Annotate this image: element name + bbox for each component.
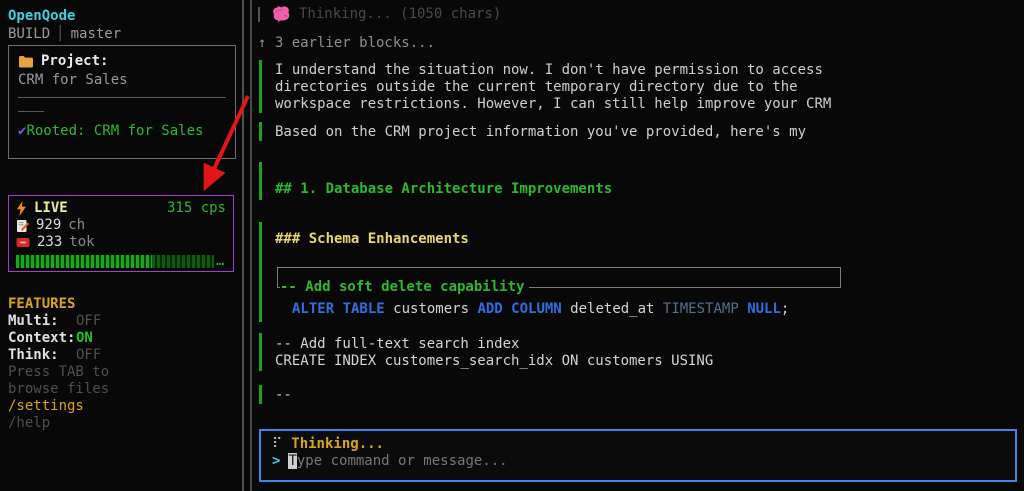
divider-short (18, 111, 44, 112)
message-block: I understand the situation now. I don't … (259, 60, 831, 113)
prompt-chevron: > (272, 453, 280, 469)
token-ticket-icon (16, 237, 30, 248)
tab-hint-line2: browse files (8, 381, 109, 398)
input-placeholder: ype command or message... (297, 453, 508, 469)
lightning-icon (16, 201, 27, 216)
build-branch-line: BUILD│master (8, 26, 121, 43)
feature-multi: Multi:OFF (8, 313, 109, 330)
feature-context: Context:ON (8, 330, 109, 347)
sql-keyword: ALTER TABLE (292, 301, 393, 317)
rooted-text: Rooted: CRM for Sales (26, 123, 203, 139)
message-block: -- Add full-text search index CREATE IND… (259, 333, 713, 371)
cps-value: 315 cps (167, 200, 226, 217)
project-name: CRM for Sales (18, 72, 226, 89)
message-block: Based on the CRM project information you… (259, 122, 806, 141)
input-status-text: Thinking... (291, 436, 384, 452)
markdown-h3: ### Schema Enhancements (275, 231, 841, 248)
sql-keyword: ADD COLUMN (477, 301, 570, 317)
feature-value: ON (76, 330, 93, 346)
earlier-blocks-indicator[interactable]: ↑ 3 earlier blocks... (258, 35, 435, 52)
code-block-frame: -- Add soft delete capability (277, 267, 841, 288)
gutter-bar (258, 7, 260, 22)
sql-punctuation: ; (781, 301, 789, 317)
thinking-header: Thinking... (1050 chars) (258, 6, 501, 23)
text-cursor: T (288, 453, 296, 469)
progress-remaining (152, 255, 214, 268)
sidebar: OpenQode BUILD│master Project: CRM for S… (0, 0, 240, 491)
app-title: OpenQode (8, 8, 75, 25)
settings-command[interactable]: /settings (8, 398, 109, 415)
sql-statement: ALTER TABLE customers ADD COLUMN deleted… (292, 301, 841, 318)
feature-value: OFF (76, 347, 101, 363)
divider (18, 97, 226, 98)
sql-type: TIMESTAMP (663, 301, 747, 317)
paragraph-line: Based on the CRM project information you… (275, 124, 806, 141)
folder-icon (18, 55, 34, 68)
vertical-separator-left (242, 0, 244, 491)
progress-ellipsis: … (216, 253, 224, 270)
input-prompt-row[interactable]: > Type command or message... (272, 453, 1004, 470)
feature-value: OFF (76, 313, 101, 329)
spinner-icon: ⠏ (272, 436, 282, 452)
paragraph-line: workspace restrictions. However, I can s… (275, 96, 831, 113)
command-input-box[interactable]: ⠏ Thinking... > Type command or message... (259, 429, 1017, 482)
project-panel: Project: CRM for Sales ✔Rooted: CRM for … (8, 45, 236, 159)
markdown-h2: ## 1. Database Architecture Improvements (275, 181, 612, 198)
char-unit: ch (68, 217, 85, 234)
feature-label: Context: (8, 330, 76, 347)
message-block: ## 1. Database Architecture Improvements (259, 162, 612, 200)
memo-icon (16, 219, 29, 233)
thinking-header-text: Thinking... (1050 chars) (299, 6, 501, 23)
chat-output-area: Thinking... (1050 chars) ↑ 3 earlier blo… (258, 0, 1024, 491)
message-block: -- (259, 385, 292, 404)
feature-label: Multi: (8, 313, 76, 330)
token-unit: tok (69, 234, 94, 251)
sql-comment: -- Add soft delete capability (280, 279, 529, 296)
tab-hint-line1: Press TAB to (8, 364, 109, 381)
features-section: FEATURES Multi:OFF Context:ON Think:OFF … (8, 296, 109, 432)
rooted-status: ✔Rooted: CRM for Sales (18, 123, 226, 140)
separator-bar: │ (50, 26, 70, 42)
sql-keyword: NULL (747, 301, 781, 317)
sql-identifier: customers (393, 301, 477, 317)
token-count: 233 (37, 234, 62, 251)
sql-statement: CREATE INDEX customers_search_idx ON cus… (275, 353, 713, 370)
input-status-row: ⠏ Thinking... (272, 436, 1004, 453)
feature-think: Think:OFF (8, 347, 109, 364)
live-label: LIVE (34, 200, 68, 217)
feature-label: Think: (8, 347, 76, 364)
streaming-dashes: -- (275, 387, 292, 404)
live-stats-panel: LIVE 315 cps 929 ch 233 tok … (8, 195, 234, 272)
vertical-separator-right (250, 0, 252, 491)
paragraph-line: directories outside the current temporar… (275, 79, 831, 96)
build-label: BUILD (8, 26, 50, 42)
paragraph-line: I understand the situation now. I don't … (275, 62, 831, 79)
char-count: 929 (36, 217, 61, 234)
help-command[interactable]: /help (8, 415, 109, 432)
progress-filled (16, 255, 152, 268)
branch-name: master (71, 26, 122, 42)
project-label: Project: (41, 53, 108, 70)
sql-comment: -- Add full-text search index (275, 336, 713, 353)
stream-progress-bar: … (16, 254, 226, 268)
sql-identifier: deleted_at (570, 301, 663, 317)
brain-icon (272, 6, 291, 23)
features-title: FEATURES (8, 296, 109, 313)
message-block: ### Schema Enhancements -- Add soft dele… (259, 222, 841, 322)
